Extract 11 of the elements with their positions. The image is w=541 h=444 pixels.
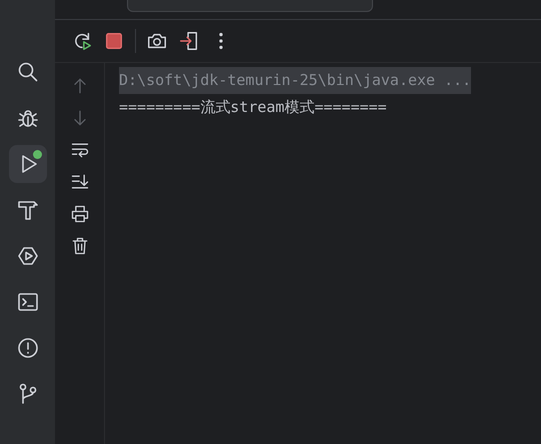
- hammer-icon: [16, 198, 40, 222]
- stop-icon[interactable]: [103, 30, 125, 52]
- trash-icon[interactable]: [70, 235, 90, 257]
- tool-window-button[interactable]: [8, 145, 46, 183]
- printer-icon[interactable]: [70, 203, 90, 225]
- console-line: =========流式stream模式========: [119, 97, 387, 118]
- hexagon-play-icon: [16, 244, 40, 268]
- warning-icon: [16, 336, 40, 360]
- search-icon: [16, 60, 40, 84]
- exit-icon[interactable]: [178, 30, 200, 52]
- terminal-icon: [16, 290, 40, 314]
